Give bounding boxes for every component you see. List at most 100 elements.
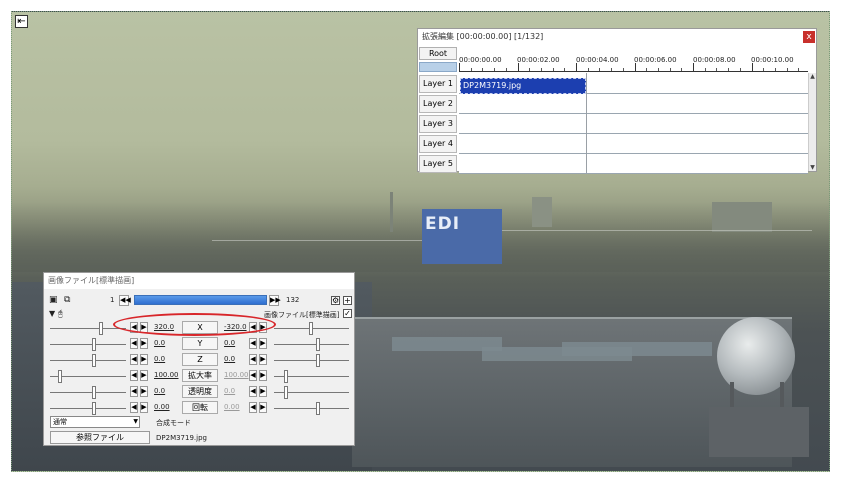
layer-2-track[interactable] (459, 95, 808, 114)
param-end-value[interactable]: 100.00 (224, 371, 249, 379)
frame-slider[interactable] (134, 295, 267, 305)
decrement-icon[interactable]: ◀ (130, 354, 138, 365)
param-start-value[interactable]: 0.0 (154, 387, 165, 395)
param-slider-left[interactable] (50, 408, 126, 409)
image-file-window: 画像ファイル[標準描画] ▣ ⧉ 1 ◀◀ ▶▶ 132 ⚙ + ▼ 🖰 画像フ… (43, 272, 355, 446)
param-label-button[interactable]: 拡大率 (182, 369, 218, 382)
increment-icon[interactable]: ▶ (259, 338, 267, 349)
add-filter-icon[interactable]: + (343, 296, 352, 305)
param-slider-left[interactable] (50, 392, 126, 393)
scroll-down-icon[interactable]: ▼ (809, 164, 816, 171)
param-label-button[interactable]: Y (182, 337, 218, 350)
slider-knob[interactable] (92, 338, 96, 351)
blend-mode-value: 通常 (53, 418, 67, 426)
reference-file-button[interactable]: 参照ファイル (50, 431, 150, 444)
layer-5-track[interactable] (459, 155, 808, 174)
blend-mode-select[interactable]: 通常 ▼ (50, 416, 140, 428)
increment-icon[interactable]: ▶ (259, 370, 267, 381)
param-end-value[interactable]: 0.0 (224, 355, 235, 363)
param-label-button[interactable]: 透明度 (182, 385, 218, 398)
param-slider-left[interactable] (50, 344, 126, 345)
tick-label: 00:00:02.00 (517, 56, 560, 64)
increment-icon[interactable]: ▶ (259, 402, 267, 413)
collapse-icon[interactable]: ▼ (49, 309, 55, 318)
settings-icon[interactable]: ⚙ (331, 296, 340, 305)
filter-enabled-checkbox[interactable]: ✓ (343, 309, 352, 318)
increment-icon[interactable]: ▶ (140, 370, 148, 381)
param-label-button[interactable]: Z (182, 353, 218, 366)
increment-icon[interactable]: ▶ (140, 402, 148, 413)
time-ruler[interactable]: 00:00:00.00 00:00:02.00 00:00:04.00 00:0… (459, 45, 808, 73)
slider-knob[interactable] (309, 322, 313, 335)
next-frame-icon[interactable]: ▶▶ (269, 295, 281, 306)
vertical-scrollbar[interactable]: ▲ ▼ (808, 73, 816, 171)
decrement-icon[interactable]: ◀ (130, 386, 138, 397)
ruler-tick (634, 63, 636, 71)
decrement-icon[interactable]: ◀ (249, 338, 257, 349)
close-button[interactable]: x (803, 31, 815, 43)
increment-icon[interactable]: ▶ (259, 386, 267, 397)
slider-knob[interactable] (316, 402, 320, 415)
layer-4-button[interactable]: Layer 4 (419, 135, 457, 153)
scroll-up-icon[interactable]: ▲ (809, 73, 816, 80)
layer-4-track[interactable] (459, 135, 808, 154)
copy-icon[interactable]: ⧉ (64, 295, 70, 305)
param-end-value[interactable]: 0.00 (224, 403, 240, 411)
slider-knob[interactable] (92, 386, 96, 399)
snapshot-icon[interactable]: ▣ (49, 295, 58, 305)
slider-knob[interactable] (284, 386, 288, 399)
window-title: 画像ファイル[標準描画] (44, 273, 354, 289)
layer-3-button[interactable]: Layer 3 (419, 115, 457, 133)
blend-mode-label: 合成モード (156, 419, 191, 427)
increment-icon[interactable]: ▶ (259, 354, 267, 365)
slider-knob[interactable] (316, 338, 320, 351)
decrement-icon[interactable]: ◀ (249, 354, 257, 365)
param-start-value[interactable]: 0.00 (154, 403, 170, 411)
annotation-ellipse (113, 313, 276, 336)
tick-label: 00:00:00.00 (459, 56, 502, 64)
decrement-icon[interactable]: ◀ (249, 402, 257, 413)
layer-5-button[interactable]: Layer 5 (419, 155, 457, 173)
slider-knob[interactable] (92, 402, 96, 415)
param-row: ◀ ▶ 0.0 透明度 0.0 ◀ ▶ (44, 385, 354, 400)
decrement-icon[interactable]: ◀ (249, 370, 257, 381)
layer-3-track[interactable] (459, 115, 808, 134)
param-start-value[interactable]: 100.00 (154, 371, 179, 379)
tick-label: 00:00:10.00 (751, 56, 794, 64)
slider-knob[interactable] (99, 322, 103, 335)
timeline-clip[interactable]: DP2M3719.jpg (460, 78, 586, 94)
zoom-scrollbar[interactable] (419, 62, 457, 72)
param-slider-right[interactable] (274, 408, 349, 409)
param-slider-right[interactable] (274, 344, 349, 345)
decrement-icon[interactable]: ◀ (130, 338, 138, 349)
building (532, 197, 552, 227)
slider-knob[interactable] (58, 370, 62, 383)
param-row: ◀ ▶ 0.0 Z 0.0 ◀ ▶ (44, 353, 354, 368)
increment-icon[interactable]: ▶ (140, 386, 148, 397)
param-start-value[interactable]: 0.0 (154, 355, 165, 363)
decrement-icon[interactable]: ◀ (130, 370, 138, 381)
param-slider-left[interactable] (50, 360, 126, 361)
layer-2-button[interactable]: Layer 2 (419, 95, 457, 113)
root-button[interactable]: Root (419, 47, 457, 60)
tick-label: 00:00:04.00 (576, 56, 619, 64)
param-label-button[interactable]: 回転 (182, 401, 218, 414)
decrement-icon[interactable]: ◀ (130, 402, 138, 413)
param-end-value[interactable]: 0.0 (224, 387, 235, 395)
layer-1-button[interactable]: Layer 1 (419, 75, 457, 93)
increment-icon[interactable]: ▶ (140, 338, 148, 349)
chevron-down-icon: ▼ (133, 418, 138, 425)
back-to-start-icon[interactable]: ⇤ (15, 15, 28, 28)
param-end-value[interactable]: 0.0 (224, 339, 235, 347)
slider-knob[interactable] (316, 354, 320, 367)
slider-knob[interactable] (284, 370, 288, 383)
decrement-icon[interactable]: ◀ (249, 386, 257, 397)
increment-icon[interactable]: ▶ (140, 354, 148, 365)
slider-knob[interactable] (92, 354, 96, 367)
prev-frame-icon[interactable]: ◀◀ (119, 295, 131, 306)
ruler-tick (576, 63, 577, 71)
param-slider-right[interactable] (274, 360, 349, 361)
param-slider-left[interactable] (50, 328, 126, 329)
extended-editor-window: 拡張編集 [00:00:00.00] [1/132] x Root 00:00:… (417, 28, 817, 174)
param-start-value[interactable]: 0.0 (154, 339, 165, 347)
